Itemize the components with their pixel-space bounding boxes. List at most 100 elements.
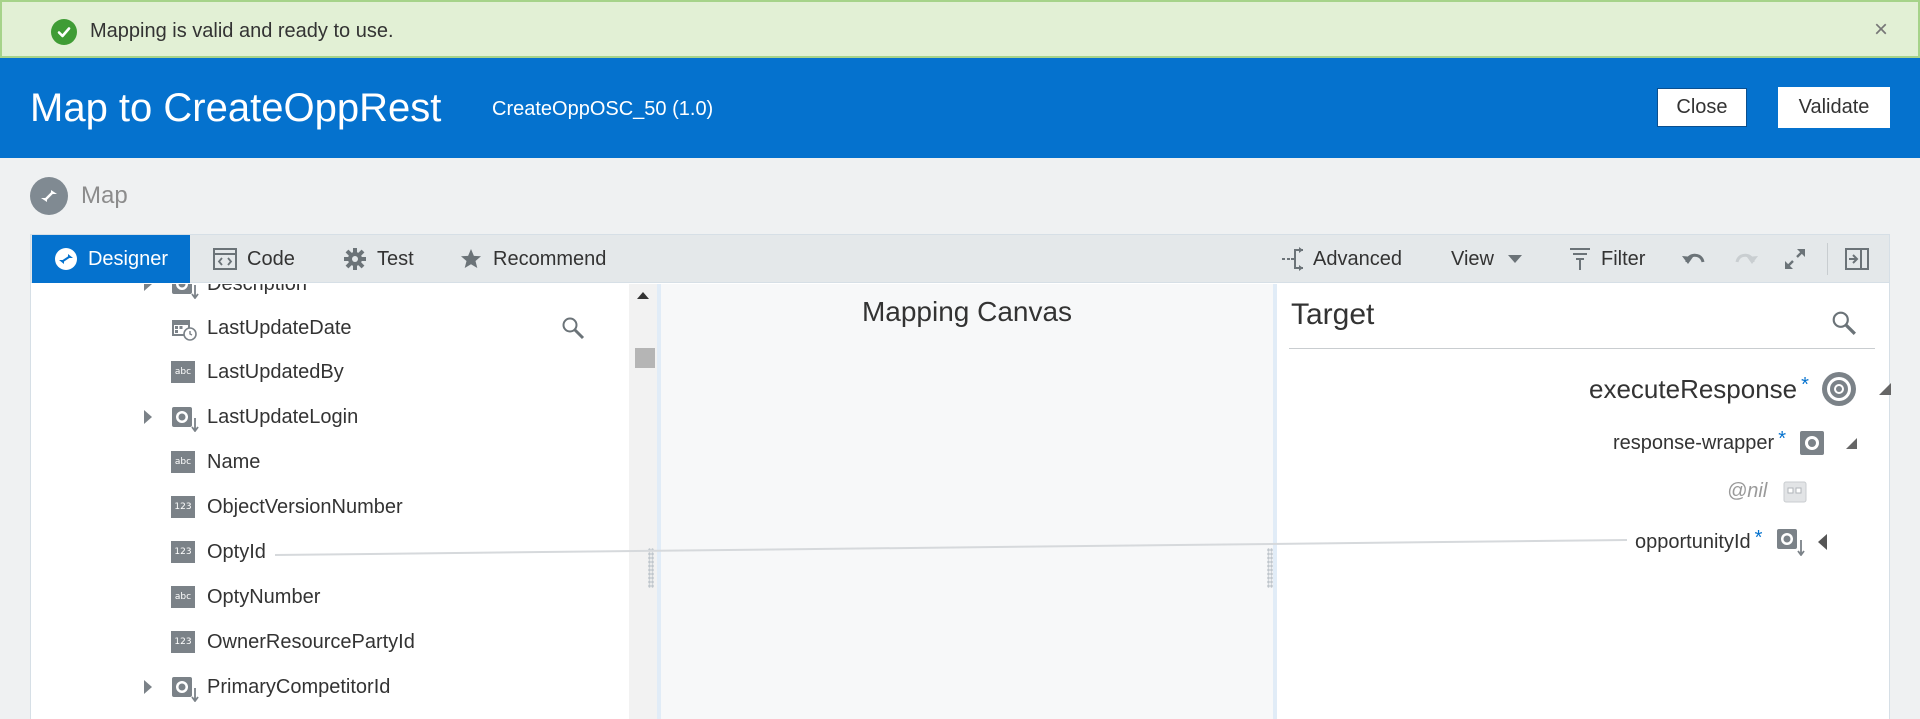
target-node-opportunityid[interactable]: opportunityId * xyxy=(1635,527,1828,556)
string-type-icon: abc xyxy=(171,361,195,383)
close-banner-icon[interactable]: × xyxy=(1874,18,1888,42)
complex-element-icon xyxy=(171,406,199,433)
view-label: View xyxy=(1451,247,1494,270)
mapping-canvas[interactable]: Mapping Canvas xyxy=(657,284,1277,719)
tab-designer-label: Designer xyxy=(87,247,169,270)
target-node-label: opportunityId xyxy=(1635,530,1751,553)
source-item-lastupdatedby[interactable]: abc LastUpdatedBy xyxy=(31,350,627,394)
collapse-arrow-icon[interactable] xyxy=(1878,383,1891,395)
source-item-label: PrimaryCompetitorId xyxy=(207,675,391,698)
source-tree: Description LastUpdateDate abc LastUpdat… xyxy=(31,284,627,719)
target-node-response-wrapper[interactable]: response-wrapper * xyxy=(1613,427,1857,455)
required-marker: * xyxy=(1778,427,1786,450)
expand-arrow-icon[interactable] xyxy=(144,680,152,694)
filter-icon xyxy=(1569,247,1591,271)
close-button[interactable]: Close xyxy=(1656,87,1748,128)
source-item-label: ObjectVersionNumber xyxy=(207,495,403,518)
source-item-label: OptyId xyxy=(207,540,266,563)
redo-icon[interactable] xyxy=(1733,235,1759,283)
target-divider xyxy=(1289,348,1875,349)
source-item-label: OwnerResourcePartyId xyxy=(207,630,415,653)
source-item-name[interactable]: abc Name xyxy=(31,440,627,484)
search-icon[interactable] xyxy=(1831,310,1857,341)
designer-icon xyxy=(54,247,78,271)
target-node-executeresponse[interactable]: executeResponse * xyxy=(1589,371,1891,407)
target-node-label: executeResponse xyxy=(1589,373,1798,404)
target-title: Target xyxy=(1291,298,1375,331)
source-item-label: LastUpdateDate xyxy=(207,316,352,339)
mapped-arrow-icon xyxy=(1818,534,1828,550)
tab-test[interactable]: Test xyxy=(343,235,414,283)
mapper-panel: Designer Code Test Recommend Advanced Vi… xyxy=(30,234,1891,719)
map-section-heading: Map xyxy=(30,176,128,216)
chevron-down-icon xyxy=(1508,255,1522,263)
map-section-label: Map xyxy=(81,182,128,209)
view-menu[interactable]: View xyxy=(1451,235,1522,283)
page-header: Map to CreateOppRest CreateOppOSC_50 (1.… xyxy=(0,58,1920,158)
advanced-label: Advanced xyxy=(1313,247,1402,270)
map-icon xyxy=(30,177,68,215)
required-marker: * xyxy=(1801,373,1809,396)
source-item-label: OptyNumber xyxy=(207,585,321,608)
validate-button[interactable]: Validate xyxy=(1778,87,1890,128)
source-item-lastupdatelogin[interactable]: LastUpdateLogin xyxy=(31,395,627,439)
expand-arrow-icon[interactable] xyxy=(144,284,152,291)
expand-icon[interactable] xyxy=(1783,235,1807,283)
collapse-arrow-icon[interactable] xyxy=(1846,437,1857,449)
source-scrollbar[interactable] xyxy=(629,284,657,719)
search-icon[interactable] xyxy=(561,316,585,345)
source-item-objectversionnumber[interactable]: 123 ObjectVersionNumber xyxy=(31,485,627,529)
target-tree: Target executeResponse * response-wrappe… xyxy=(1277,284,1891,719)
target-node-nil[interactable]: @nil xyxy=(1727,480,1807,503)
filter-label: Filter xyxy=(1601,247,1646,270)
number-type-icon: 123 xyxy=(171,496,195,518)
tab-recommend[interactable]: Recommend xyxy=(459,235,606,283)
number-type-icon: 123 xyxy=(171,631,195,653)
scroll-thumb[interactable] xyxy=(635,348,655,368)
scroll-up-icon[interactable] xyxy=(637,292,649,299)
star-icon xyxy=(459,247,483,271)
attribute-icon xyxy=(1783,481,1807,503)
source-item-label: LastUpdatedBy xyxy=(207,360,344,383)
success-banner: Mapping is valid and ready to use. × xyxy=(0,0,1920,58)
complex-element-icon xyxy=(171,676,199,703)
banner-message: Mapping is valid and ready to use. xyxy=(90,20,394,42)
number-type-icon: 123 xyxy=(171,541,195,563)
source-resize-handle[interactable] xyxy=(648,548,654,588)
tab-code[interactable]: Code xyxy=(213,235,295,283)
gear-icon xyxy=(343,247,367,271)
advanced-button[interactable]: Advanced xyxy=(1281,235,1402,283)
tab-recommend-label: Recommend xyxy=(493,247,607,270)
target-resize-handle[interactable] xyxy=(1267,548,1273,588)
complex-element-icon xyxy=(1800,431,1824,455)
source-item-optynumber[interactable]: abc OptyNumber xyxy=(31,575,627,619)
string-type-icon: abc xyxy=(171,586,195,608)
collapse-panel-icon[interactable] xyxy=(1845,235,1869,283)
filter-button[interactable]: Filter xyxy=(1569,235,1645,283)
complex-element-icon xyxy=(1776,528,1806,556)
success-check-icon xyxy=(51,19,77,45)
undo-icon[interactable] xyxy=(1681,235,1707,283)
source-item-ownerresourcepartyid[interactable]: 123 OwnerResourcePartyId xyxy=(31,620,627,664)
code-icon xyxy=(213,248,237,270)
tab-test-label: Test xyxy=(377,247,414,270)
advanced-icon xyxy=(1281,247,1305,271)
source-item-label: LastUpdateLogin xyxy=(207,405,359,428)
canvas-title: Mapping Canvas xyxy=(861,296,1073,327)
root-element-icon xyxy=(1821,371,1857,407)
date-type-icon xyxy=(171,317,197,341)
source-item-description[interactable]: Description xyxy=(31,284,627,306)
source-item-primarycompetitorid[interactable]: PrimaryCompetitorId xyxy=(31,665,627,709)
toolbar-separator xyxy=(1827,243,1828,275)
source-item-label: Name xyxy=(207,450,261,473)
target-node-label: response-wrapper xyxy=(1613,431,1775,454)
string-type-icon: abc xyxy=(171,451,195,473)
expand-arrow-icon[interactable] xyxy=(144,410,152,424)
source-item-optyid[interactable]: 123 OptyId xyxy=(31,530,627,574)
mapper-toolbar: Designer Code Test Recommend Advanced Vi… xyxy=(31,235,1889,283)
tab-code-label: Code xyxy=(247,247,295,270)
source-item-label: Description xyxy=(207,284,307,296)
source-item-lastupdatedate[interactable]: LastUpdateDate xyxy=(31,306,627,350)
tab-designer[interactable]: Designer xyxy=(32,235,190,283)
page-title: Map to CreateOppRest xyxy=(30,86,442,130)
